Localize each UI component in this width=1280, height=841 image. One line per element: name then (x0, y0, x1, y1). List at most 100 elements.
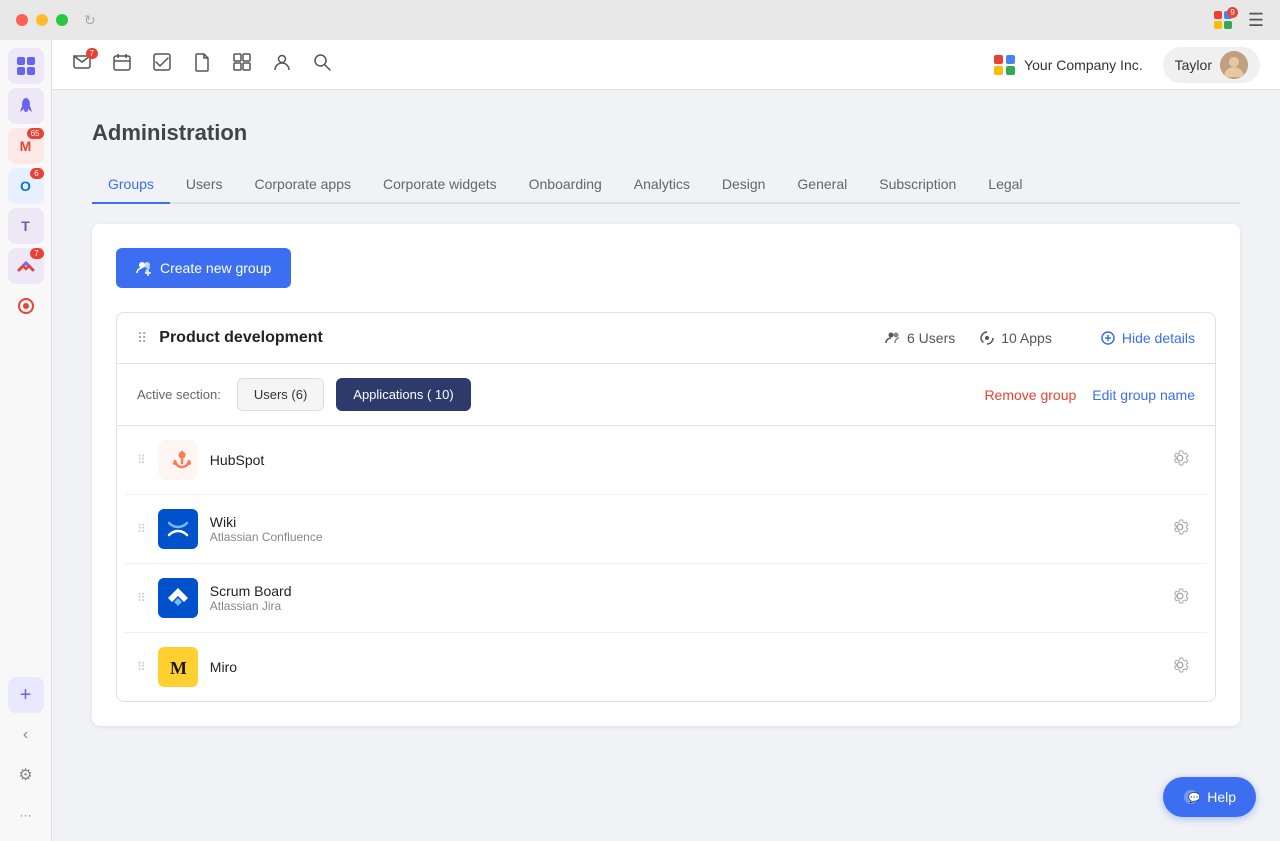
users-stat: 6 Users (885, 330, 955, 346)
sidebar-back-btn[interactable]: ‹ (8, 717, 44, 753)
miro-info: Miro (210, 659, 1153, 675)
calendar-icon[interactable] (112, 52, 132, 77)
traffic-red[interactable] (16, 14, 28, 26)
tab-general[interactable]: General (781, 166, 863, 204)
section-actions: Remove group Edit group name (984, 387, 1195, 403)
app-drag-handle[interactable]: ⠿ (137, 453, 146, 467)
group-stats: 6 Users 10 Apps (885, 330, 1195, 346)
scrum-board-sub: Atlassian Jira (210, 599, 1153, 613)
group-header: ⠿ Product development 6 Users (117, 313, 1215, 364)
wiki-sub: Atlassian Confluence (210, 530, 1153, 544)
topbar: 7 Your Company Inc. Taylor (52, 40, 1280, 90)
gmail-badge: 65 (27, 128, 44, 139)
sidebar-item-main[interactable] (8, 48, 44, 84)
company-logo (994, 55, 1016, 75)
sidebar-item-outlook[interactable]: O 6 (8, 168, 44, 204)
app-row-miro: ⠿ M Miro (125, 633, 1207, 701)
clickup-icon (16, 256, 36, 276)
tab-corporate-apps[interactable]: Corporate apps (238, 166, 367, 204)
doc-icon[interactable] (192, 52, 212, 77)
traffic-yellow[interactable] (36, 14, 48, 26)
app-row-hubspot: ⠿ (125, 426, 1207, 495)
users-section-btn[interactable]: Users (6) (237, 378, 324, 411)
scrum-board-name: Scrum Board (210, 583, 1153, 599)
app-row-scrum-board: ⠿ Scrum Board Atlassian Jira (125, 564, 1207, 633)
tab-legal[interactable]: Legal (972, 166, 1038, 204)
page-title: Administration (92, 120, 1240, 146)
tab-design[interactable]: Design (706, 166, 782, 204)
edit-group-name-link[interactable]: Edit group name (1092, 387, 1195, 403)
main-app-icon (15, 55, 37, 77)
inbox-icon[interactable]: 7 (72, 52, 92, 77)
user-info[interactable]: Taylor (1163, 47, 1260, 83)
hubspot-name: HubSpot (210, 452, 1153, 468)
sidebar-bottom: + ‹ ⚙ ··· (8, 677, 44, 841)
apps-stat: 10 Apps (979, 330, 1052, 346)
rocket-icon (16, 96, 36, 116)
apps-count: 10 Apps (1001, 330, 1052, 346)
tab-groups[interactable]: Groups (92, 166, 170, 204)
titlebar: ↻ 9 ☰ (0, 0, 1280, 40)
clickup-badge: 7 (30, 248, 44, 259)
wiki-name: Wiki (210, 514, 1153, 530)
miro-logo: M (164, 653, 192, 681)
user-name: Taylor (1175, 57, 1212, 73)
titlebar-menu-icon[interactable]: ☰ (1248, 10, 1264, 31)
app-grid-icon[interactable]: 9 (1214, 11, 1232, 29)
grid-icon[interactable] (232, 52, 252, 77)
app-row-wiki: ⠿ Wiki Atlassian Confluence (125, 495, 1207, 564)
sidebar-item-clickup[interactable]: 7 (8, 248, 44, 284)
tab-users[interactable]: Users (170, 166, 239, 204)
grid-badge: 9 (1227, 7, 1237, 18)
outlook-badge: 6 (30, 168, 44, 179)
miro-settings-icon[interactable] (1165, 650, 1195, 685)
sidebar-item-gmail[interactable]: M 65 (8, 128, 44, 164)
active-section-label: Active section: (137, 387, 221, 402)
sidebar-add-btn[interactable]: + (8, 677, 44, 713)
help-icon: 💬 (1183, 789, 1199, 805)
wiki-settings-icon[interactable] (1165, 512, 1195, 547)
sidebar-item-teams[interactable]: T (8, 208, 44, 244)
sidebar-item-rocket[interactable] (8, 88, 44, 124)
hide-details-button[interactable]: Hide details (1100, 330, 1195, 346)
group-drag-handle[interactable]: ⠿ (137, 330, 147, 347)
wiki-info: Wiki Atlassian Confluence (210, 514, 1153, 544)
tab-analytics[interactable]: Analytics (618, 166, 706, 204)
tab-corporate-widgets[interactable]: Corporate widgets (367, 166, 513, 204)
tasks-icon[interactable] (152, 52, 172, 77)
sidebar-settings-btn[interactable]: ⚙ (8, 757, 44, 793)
help-button[interactable]: 💬 Help (1163, 777, 1256, 817)
applications-section-btn[interactable]: Applications ( 10) (336, 378, 470, 411)
app-drag-handle[interactable]: ⠿ (137, 522, 146, 536)
group-name: Product development (159, 329, 885, 347)
users-stat-icon (885, 330, 901, 346)
tab-subscription[interactable]: Subscription (863, 166, 972, 204)
svg-text:💬: 💬 (1188, 791, 1199, 804)
groups-content-panel: Create new group ⠿ Product development 6… (92, 224, 1240, 726)
person-icon[interactable] (272, 52, 292, 77)
scrum-board-settings-icon[interactable] (1165, 581, 1195, 616)
tab-onboarding[interactable]: Onboarding (513, 166, 618, 204)
active-section-bar: Active section: Users (6) Applications (… (117, 364, 1215, 426)
remove-group-link[interactable]: Remove group (984, 387, 1076, 403)
user-avatar (1220, 51, 1248, 79)
miro-app-icon: M (158, 647, 198, 687)
traffic-green[interactable] (56, 14, 68, 26)
app-drag-handle[interactable]: ⠿ (137, 660, 146, 674)
search-icon[interactable] (312, 52, 332, 77)
extra-icon (16, 296, 36, 316)
app-drag-handle[interactable]: ⠿ (137, 591, 146, 605)
hide-details-icon (1100, 330, 1116, 346)
users-count: 6 Users (907, 330, 955, 346)
tabs-container: Groups Users Corporate apps Corporate wi… (92, 166, 1240, 204)
create-group-button[interactable]: Create new group (116, 248, 291, 288)
confluence-app-icon (158, 509, 198, 549)
miro-name: Miro (210, 659, 1153, 675)
loader-icon: ↻ (84, 12, 96, 29)
hubspot-settings-icon[interactable] (1165, 443, 1195, 478)
group-product-development: ⠿ Product development 6 Users (116, 312, 1216, 702)
company-name: Your Company Inc. (1024, 57, 1143, 73)
jira-logo (164, 584, 192, 612)
sidebar-more-btn[interactable]: ··· (8, 797, 44, 833)
sidebar-item-extra[interactable] (8, 288, 44, 324)
